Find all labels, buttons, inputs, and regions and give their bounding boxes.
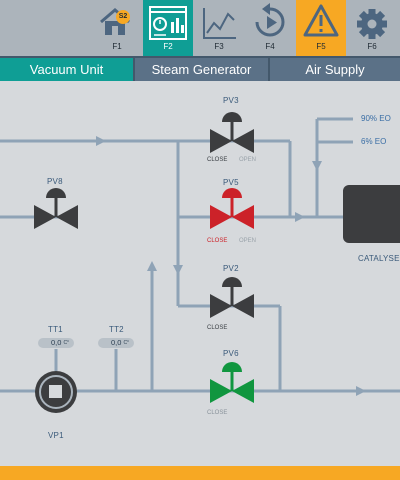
valve-pv8[interactable] — [34, 188, 78, 229]
pv3-label: PV3 — [223, 96, 239, 105]
f2-label: F2 — [163, 42, 173, 51]
replay-icon — [255, 3, 285, 37]
valve-pv3[interactable] — [210, 112, 254, 153]
tt1-unit: C° — [63, 340, 70, 346]
f6-label: F6 — [367, 42, 377, 51]
unit-tab-bar: Vacuum Unit Steam Generator Air Supply — [0, 56, 400, 81]
tt1-readout: 0,0 C° — [38, 338, 74, 348]
tab-air-supply[interactable]: Air Supply — [270, 58, 400, 81]
catalyser-label: CATALYSE — [358, 254, 400, 263]
warning-icon — [303, 4, 339, 37]
pv6-close-state: CLOSE — [207, 410, 228, 416]
valve-pv5[interactable] — [210, 188, 254, 229]
eo6-line-label: 6% EO — [361, 137, 387, 146]
f3-label: F3 — [214, 42, 224, 51]
f1-home-button[interactable]: S2 F1 — [92, 0, 142, 56]
f3-trend-button[interactable]: F3 — [194, 0, 244, 56]
f1-label: F1 — [112, 42, 122, 51]
tt2-unit: C° — [123, 340, 130, 346]
status-bar — [0, 466, 400, 480]
pv3-close-state: CLOSE — [207, 157, 228, 163]
f4-replay-button[interactable]: F4 — [245, 0, 295, 56]
pipe-network — [0, 112, 400, 413]
pv5-open-state: OPEN — [239, 238, 257, 244]
tt2-readout: 0,0 C° — [98, 338, 134, 348]
pv3-open-state: OPEN — [239, 157, 257, 163]
tab-vacuum-unit[interactable]: Vacuum Unit — [0, 58, 133, 81]
tt1-label: TT1 — [48, 325, 63, 334]
home-badge: S2 — [118, 13, 128, 20]
trend-chart-icon — [203, 8, 236, 39]
gear-icon — [357, 9, 387, 39]
f6-settings-button[interactable]: F6 — [347, 0, 397, 56]
tab-steam-generator[interactable]: Steam Generator — [135, 58, 268, 81]
f2-dashboard-button[interactable]: F2 — [143, 0, 193, 56]
vp1-label: VP1 — [48, 431, 64, 440]
process-diagram: PV3 CLOSE OPEN PV5 CLOSE OPEN PV2 CLOSE … — [0, 81, 400, 466]
pv8-label: PV8 — [47, 177, 63, 186]
eo90-line-label: 90% EO — [361, 114, 391, 123]
pv2-close-state: CLOSE — [207, 325, 228, 331]
pv2-label: PV2 — [223, 264, 239, 273]
pv6-label: PV6 — [223, 349, 239, 358]
pv5-close-state: CLOSE — [207, 238, 228, 244]
pv5-label: PV5 — [223, 178, 239, 187]
catalyser-tank[interactable] — [343, 185, 400, 243]
tt2-label: TT2 — [109, 325, 124, 334]
f4-label: F4 — [265, 42, 275, 51]
f5-label: F5 — [316, 42, 326, 51]
dashboard-icon — [149, 6, 187, 40]
pump-vp1[interactable] — [35, 371, 77, 413]
valve-pv2[interactable] — [210, 277, 254, 318]
home-icon — [100, 8, 130, 35]
valve-pv6[interactable] — [210, 362, 254, 403]
tt2-value: 0,0 — [111, 338, 122, 347]
function-key-toolbar: S2 F1 F2 F3 F4 F5 F6 — [0, 0, 400, 56]
tt1-value: 0,0 — [51, 338, 62, 347]
f5-alarms-button[interactable]: F5 — [296, 0, 346, 56]
